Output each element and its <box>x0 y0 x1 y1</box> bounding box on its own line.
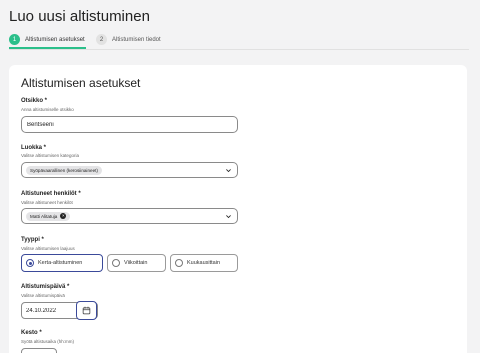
category-select[interactable]: Syöpävaarallinen (kerosiinaineet) <box>21 162 238 178</box>
radio-weekly[interactable]: Viikoittain <box>107 254 166 272</box>
date-label: Altistumispäivä * <box>21 284 70 290</box>
stepper-divider <box>9 49 469 50</box>
calendar-icon <box>82 306 91 315</box>
type-radio-group: Kerta-altistuminen Viikoittain Kuukausit… <box>21 254 241 272</box>
radio-label: Viikoittain <box>124 260 148 266</box>
chevron-down-icon <box>226 215 231 219</box>
step-number: 1 <box>9 34 20 45</box>
step-settings[interactable]: 1 Altistumisen asetukset <box>9 34 85 45</box>
person-chip-label: Matti Alitatuja <box>30 213 58 219</box>
type-label: Tyyppi * <box>21 237 44 243</box>
date-help: Valitse altistumispäivä <box>21 293 65 298</box>
title-help: Anna altistumiselle otsikko <box>21 107 74 112</box>
persons-help: Valitse altistuneet henkilöt <box>21 200 73 205</box>
type-help: Valitse altistumisen laajuus <box>21 246 75 251</box>
category-chip: Syöpävaarallinen (kerosiinaineet) <box>26 165 102 175</box>
radio-indicator <box>112 259 120 267</box>
close-icon[interactable]: × <box>60 213 67 219</box>
step-details[interactable]: 2 Altistumisen tiedot <box>96 34 161 45</box>
stepper: 1 Altistumisen asetukset 2 Altistumisen … <box>9 34 469 50</box>
category-help: Valitse altistumisen kategoria <box>21 153 79 158</box>
category-label: Luokka * <box>21 145 47 151</box>
settings-card: Altistumisen asetukset Otsikko * Anna al… <box>9 65 467 353</box>
duration-label: Kesto * <box>21 330 42 336</box>
radio-indicator <box>175 259 183 267</box>
radio-single-exposure[interactable]: Kerta-altistuminen <box>21 254 103 272</box>
duration-help: Syötä altistusaika (hh:mm) <box>21 339 75 344</box>
page-title: Luo uusi altistuminen <box>9 8 150 25</box>
persons-label: Altistuneet henkilöt * <box>21 191 81 197</box>
radio-label: Kuukausittain <box>187 260 221 266</box>
chevron-down-icon <box>226 169 231 173</box>
persons-select[interactable]: Matti Alitatuja × <box>21 208 238 224</box>
duration-input[interactable] <box>21 348 57 353</box>
radio-monthly[interactable]: Kuukausittain <box>170 254 238 272</box>
title-label: Otsikko * <box>21 98 48 104</box>
radio-label: Kerta-altistuminen <box>38 260 83 266</box>
title-input[interactable] <box>21 116 238 133</box>
step-label: Altistumisen tiedot <box>112 36 161 43</box>
calendar-button[interactable] <box>76 301 97 320</box>
card-title: Altistumisen asetukset <box>21 76 141 90</box>
step-number: 2 <box>96 34 107 45</box>
step-label: Altistumisen asetukset <box>25 36 85 43</box>
person-chip: Matti Alitatuja × <box>26 211 71 221</box>
radio-indicator <box>26 259 34 267</box>
